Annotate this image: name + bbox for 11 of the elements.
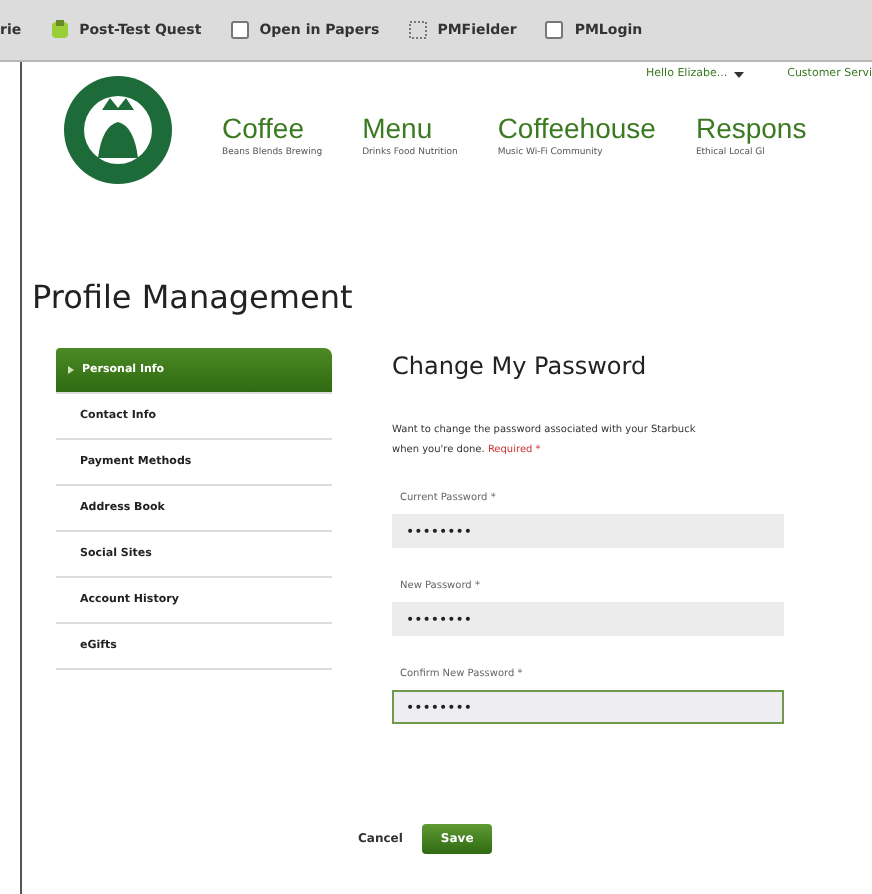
page-title: Profile Management [32, 278, 355, 316]
caret-icon [733, 71, 744, 77]
page-icon [544, 20, 565, 40]
page-icon [407, 20, 428, 40]
nav-link[interactable]: Respons [695, 112, 807, 144]
nav-link[interactable]: Coffeehouse [497, 112, 656, 144]
page-icon [229, 20, 250, 40]
nav-link[interactable]: Coffee [222, 112, 323, 144]
app-icon [49, 20, 70, 40]
nav-link[interactable]: Menu [362, 112, 458, 144]
form-title: Change My Password [392, 352, 649, 380]
